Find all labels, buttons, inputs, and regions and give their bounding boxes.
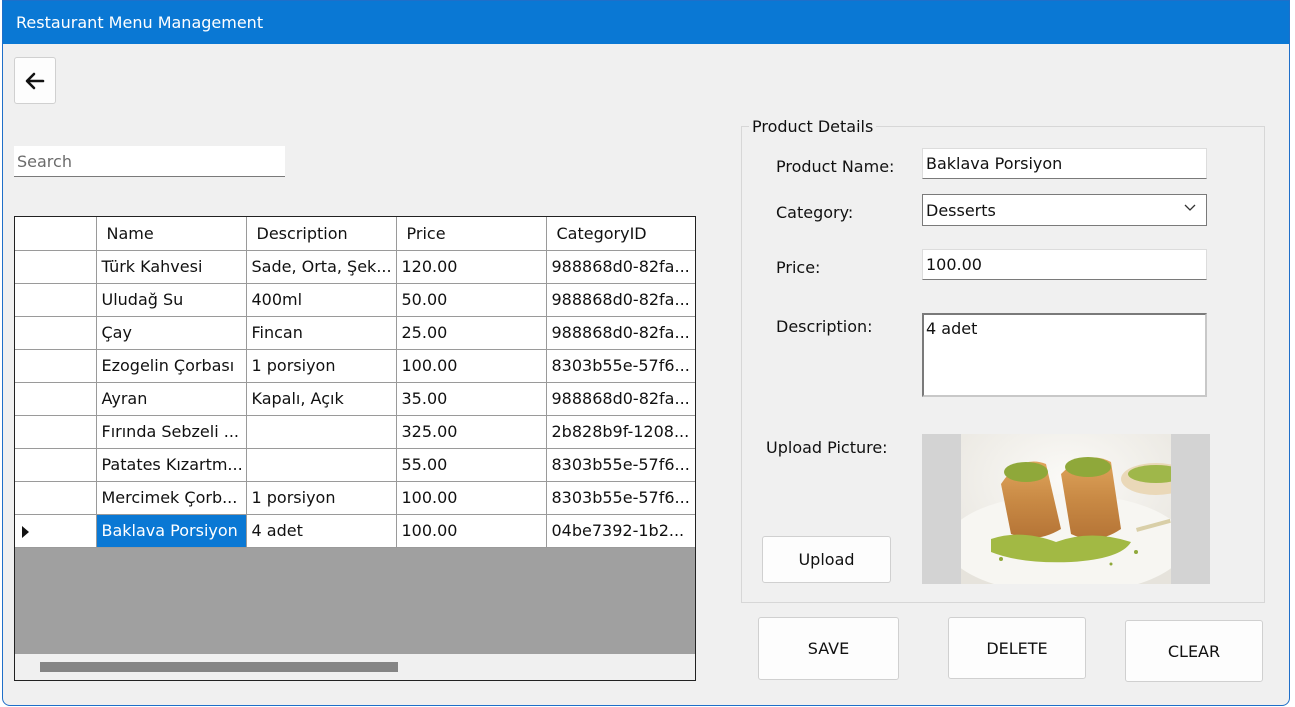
table-row[interactable]: Mercimek Çorb... 1 porsiyon 100.00 8303b55e… [15, 481, 695, 515]
cell-description[interactable] [246, 415, 397, 449]
cell-name[interactable]: Baklava Porsiyon [96, 514, 247, 548]
cell-categoryid[interactable]: 988868d0-82fa... [546, 250, 695, 284]
table-row[interactable]: Türk Kahvesi Sade, Orta, Şek... 120.00 9888… [15, 250, 695, 284]
table-row[interactable]: Çay Fincan 25.00 988868d0-82fa... [15, 316, 695, 350]
product-picture-box [922, 434, 1210, 584]
product-details-legend: Product Details [749, 117, 877, 136]
cell-name[interactable]: Mercimek Çorb... [96, 481, 247, 515]
cell-price[interactable]: 100.00 [396, 349, 547, 383]
description-label: Description: [776, 317, 873, 336]
arrow-left-icon [25, 72, 45, 89]
cell-name[interactable]: Patates Kızartm... [96, 448, 247, 482]
cell-categoryid[interactable]: 8303b55e-57f6... [546, 448, 695, 482]
cell-name[interactable]: Ezogelin Çorbası [96, 349, 247, 383]
cell-price[interactable]: 100.00 [396, 514, 547, 548]
clear-button[interactable]: CLEAR [1125, 620, 1263, 682]
column-header-name[interactable]: Name [96, 217, 247, 251]
scrollbar-thumb[interactable] [40, 662, 398, 672]
row-header[interactable] [15, 415, 97, 449]
cell-description[interactable]: Fincan [246, 316, 397, 350]
app-window: Restaurant Menu Management Name Descript… [2, 0, 1290, 706]
category-selected-value: Desserts [926, 201, 996, 220]
description-field[interactable]: 4 adet [922, 313, 1207, 397]
row-header[interactable] [15, 481, 97, 515]
price-label: Price: [776, 258, 821, 277]
cell-price[interactable]: 100.00 [396, 481, 547, 515]
window-title: Restaurant Menu Management [16, 13, 264, 32]
horizontal-scrollbar[interactable] [15, 654, 695, 680]
cell-price[interactable]: 325.00 [396, 415, 547, 449]
cell-name[interactable]: Türk Kahvesi [96, 250, 247, 284]
chevron-down-icon [1184, 204, 1196, 211]
cell-description[interactable]: Sade, Orta, Şek... [246, 250, 397, 284]
row-header[interactable] [15, 283, 97, 317]
table-row[interactable]: Patates Kızartm... 55.00 8303b55e-57f6... [15, 448, 695, 482]
products-grid[interactable]: Name Description Price CategoryID Türk K… [14, 216, 696, 681]
products-table: Name Description Price CategoryID Türk K… [15, 217, 695, 548]
table-row[interactable]: Baklava Porsiyon 4 adet 100.00 04be7392-1b2… [15, 514, 695, 548]
cell-categoryid[interactable]: 04be7392-1b2... [546, 514, 695, 548]
cell-description[interactable]: 400ml [246, 283, 397, 317]
cell-description[interactable]: 4 adet [246, 514, 397, 548]
row-header[interactable] [15, 250, 97, 284]
column-header-price[interactable]: Price [396, 217, 547, 251]
row-header[interactable] [15, 382, 97, 416]
row-header[interactable] [15, 316, 97, 350]
baklava-photo [961, 434, 1171, 584]
table-row[interactable]: Fırında Sebzeli ... 325.00 2b828b9f-1208..… [15, 415, 695, 449]
upload-button[interactable]: Upload [762, 536, 891, 583]
cell-description[interactable]: 1 porsiyon [246, 349, 397, 383]
back-button[interactable] [14, 57, 56, 104]
table-row[interactable]: Ayran Kapalı, Açık 35.00 988868d0-82fa... [15, 382, 695, 416]
cell-categoryid[interactable]: 988868d0-82fa... [546, 283, 695, 317]
product-name-field[interactable] [922, 148, 1207, 179]
row-header[interactable] [15, 349, 97, 383]
column-header-description[interactable]: Description [246, 217, 397, 251]
cell-name[interactable]: Ayran [96, 382, 247, 416]
cell-price[interactable]: 120.00 [396, 250, 547, 284]
price-field[interactable] [922, 249, 1207, 280]
cell-name[interactable]: Fırında Sebzeli ... [96, 415, 247, 449]
column-header-categoryid[interactable]: CategoryID [546, 217, 695, 251]
save-button[interactable]: SAVE [758, 617, 899, 680]
cell-name[interactable]: Çay [96, 316, 247, 350]
cell-categoryid[interactable]: 988868d0-82fa... [546, 316, 695, 350]
cell-price[interactable]: 50.00 [396, 283, 547, 317]
category-label: Category: [776, 203, 854, 222]
cell-categoryid[interactable]: 2b828b9f-1208... [546, 415, 695, 449]
search-input[interactable] [14, 146, 285, 177]
table-row[interactable]: Ezogelin Çorbası 1 porsiyon 100.00 8303b55e… [15, 349, 695, 383]
baklava-image [961, 434, 1171, 584]
header-row: Name Description Price CategoryID [15, 217, 695, 251]
upload-picture-label: Upload Picture: [766, 438, 888, 457]
category-select[interactable]: Desserts [922, 194, 1207, 226]
row-header-corner [15, 217, 97, 251]
row-header[interactable] [15, 514, 97, 548]
cell-price[interactable]: 55.00 [396, 448, 547, 482]
table-row[interactable]: Uludağ Su 400ml 50.00 988868d0-82fa... [15, 283, 695, 317]
cell-description[interactable] [246, 448, 397, 482]
product-name-label: Product Name: [776, 157, 895, 176]
cell-categoryid[interactable]: 8303b55e-57f6... [546, 481, 695, 515]
cell-description[interactable]: Kapalı, Açık [246, 382, 397, 416]
cell-categoryid[interactable]: 988868d0-82fa... [546, 382, 695, 416]
cell-categoryid[interactable]: 8303b55e-57f6... [546, 349, 695, 383]
cell-name[interactable]: Uludağ Su [96, 283, 247, 317]
cell-price[interactable]: 25.00 [396, 316, 547, 350]
row-header[interactable] [15, 448, 97, 482]
delete-button[interactable]: DELETE [948, 617, 1086, 679]
current-row-arrow-icon [22, 525, 29, 538]
cell-description[interactable]: 1 porsiyon [246, 481, 397, 515]
cell-price[interactable]: 35.00 [396, 382, 547, 416]
title-bar: Restaurant Menu Management [3, 1, 1289, 44]
